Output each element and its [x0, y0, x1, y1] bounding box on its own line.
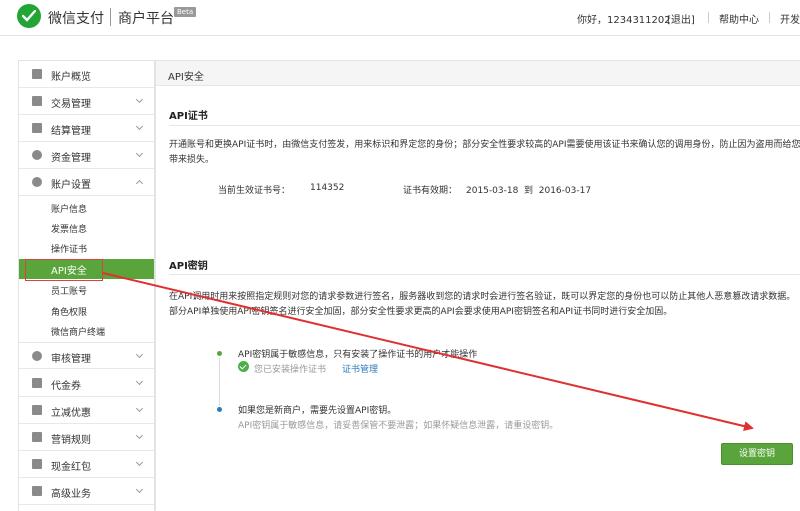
header-divider: [769, 12, 770, 23]
sidebar-subitem-label: 操作证书: [51, 245, 88, 255]
sidebar-item-audit[interactable]: 审核管理: [19, 342, 154, 369]
sidebar-item-label: 营销规则: [51, 435, 91, 446]
header-divider: [708, 12, 709, 23]
rules-icon: [32, 432, 42, 442]
sidebar-item-transactions[interactable]: 交易管理: [19, 88, 154, 115]
cert-validity-value: 2015-03-18 到 2016-03-17: [466, 186, 592, 196]
chevron-down-icon: [135, 431, 144, 440]
step1-title: API密钥属于敏感信息，只有安装了操作证书的用户才能操作: [238, 350, 478, 360]
sidebar-subitem-merchant-terminal[interactable]: 微信商户终端: [19, 321, 154, 341]
cert-number-value: 114352: [310, 183, 345, 193]
key-description: 在API调用时用来按照指定规则对您的请求参数进行签名，服务器收到您的请求时会进行…: [169, 292, 796, 317]
sidebar-item-label: 账户设置: [51, 180, 91, 191]
section-divider: [169, 274, 800, 275]
gear-icon: [32, 177, 42, 187]
page-title: API安全: [168, 72, 204, 83]
step2-note: API密钥属于敏感信息，请妥善保管不要泄露；如果怀疑信息泄露，请重设密钥。: [238, 421, 559, 431]
sidebar-item-discounts[interactable]: 立减优惠: [19, 397, 154, 424]
beta-badge: Beta: [174, 7, 197, 17]
help-center-link[interactable]: 帮助中心: [719, 11, 759, 26]
sidebar-item-advanced[interactable]: 高级业务: [19, 478, 154, 505]
greeting-text: 你好，1234311202: [577, 15, 671, 26]
developer-link[interactable]: 开发: [780, 11, 800, 26]
wechat-pay-logo: [17, 4, 41, 28]
sidebar: 账户概览 交易管理 结算管理 资金管理 账户设置 账户信息 发票信息 操作证书 …: [18, 60, 155, 511]
content-header: API安全: [156, 61, 800, 86]
sidebar-item-label: 交易管理: [51, 99, 91, 110]
main-content: API安全 API证书 开通账号和更换API证书时，由微信支付签发，用来标识和界…: [155, 60, 800, 511]
discount-icon: [32, 405, 42, 415]
sidebar-item-coupons[interactable]: 代金券: [19, 370, 154, 397]
sidebar-subitem-operation-cert[interactable]: 操作证书: [19, 238, 154, 258]
cert-manage-link[interactable]: 证书管理: [342, 362, 378, 375]
chevron-down-icon: [135, 485, 144, 494]
sidebar-subitem-label: 微信商户终端: [51, 328, 106, 338]
sidebar-item-label: 现金红包: [51, 462, 91, 473]
step2-dot: [217, 407, 222, 412]
sidebar-item-settlement[interactable]: 结算管理: [19, 115, 154, 142]
sidebar-item-label: 审核管理: [51, 354, 91, 365]
sidebar-subitem-label: 角色权限: [51, 308, 88, 318]
chevron-down-icon: [135, 350, 144, 359]
logout-link[interactable]: [退出]: [667, 11, 695, 26]
sidebar-item-marketing-rules[interactable]: 营销规则: [19, 424, 154, 451]
sidebar-subitem-role-permissions[interactable]: 角色权限: [19, 301, 154, 321]
chevron-down-icon: [135, 149, 144, 158]
sidebar-subitem-label: 发票信息: [51, 225, 88, 235]
sidebar-subitem-label: 账户信息: [51, 205, 88, 215]
set-key-button[interactable]: 设置密钥: [721, 443, 793, 465]
red-packet-icon: [32, 459, 42, 469]
step1-dot: [217, 351, 222, 356]
sidebar-item-label: 立减优惠: [51, 408, 91, 419]
sidebar-subitem-invoice-info[interactable]: 发票信息: [19, 218, 154, 238]
step1-status: 您已安装操作证书: [254, 365, 327, 375]
sidebar-item-label: 资金管理: [51, 153, 91, 164]
sidebar-item-funds[interactable]: 资金管理: [19, 142, 154, 169]
key-section-title: API密钥: [169, 261, 208, 272]
audit-icon: [32, 351, 42, 361]
settlement-icon: [32, 123, 42, 133]
chevron-down-icon: [135, 377, 144, 386]
chevron-down-icon: [135, 458, 144, 467]
section-divider: [169, 125, 800, 126]
brand-subtitle: 商户平台: [118, 11, 174, 27]
sidebar-item-account-settings[interactable]: 账户设置: [19, 169, 154, 196]
sidebar-item-label: 高级业务: [51, 489, 91, 500]
sidebar-item-label: 结算管理: [51, 126, 91, 137]
top-header: 微信支付 商户平台 Beta 你好，1234311202 [退出] 帮助中心 开…: [0, 0, 800, 36]
cert-validity-label: 证书有效期：: [403, 186, 458, 196]
advanced-icon: [32, 486, 42, 496]
sidebar-item-label: 账户概览: [51, 72, 91, 83]
grid-icon: [32, 69, 42, 79]
sidebar-subitem-staff-accounts[interactable]: 员工账号: [19, 280, 154, 300]
chevron-down-icon: [135, 122, 144, 131]
sidebar-item-red-packets[interactable]: 现金红包: [19, 451, 154, 478]
annotation-highlight-box: [25, 259, 103, 281]
list-icon: [32, 96, 42, 106]
sidebar-item-account-overview[interactable]: 账户概览: [19, 61, 154, 88]
chevron-up-icon: [135, 179, 144, 188]
step2-title: 如果您是新商户，需要先设置API密钥。: [238, 406, 397, 416]
brand-divider: [110, 8, 111, 26]
steps-timeline-line: [219, 358, 220, 406]
cert-section-title: API证书: [169, 111, 208, 122]
coupon-icon: [32, 378, 42, 388]
chevron-down-icon: [135, 95, 144, 104]
cert-description: 开通账号和更换API证书时，由微信支付签发，用来标识和界定您的身份；部分安全性要…: [169, 140, 800, 165]
brand-name: 微信支付: [48, 11, 104, 27]
checkmark-icon: [22, 10, 36, 22]
chevron-down-icon: [135, 404, 144, 413]
cert-number-label: 当前生效证书号：: [218, 186, 291, 196]
sidebar-item-label: 代金券: [51, 381, 81, 392]
money-bag-icon: [32, 150, 42, 160]
sidebar-subitem-account-info[interactable]: 账户信息: [19, 198, 154, 218]
sidebar-subitem-label: 员工账号: [51, 287, 88, 297]
check-circle-icon: [238, 361, 249, 372]
